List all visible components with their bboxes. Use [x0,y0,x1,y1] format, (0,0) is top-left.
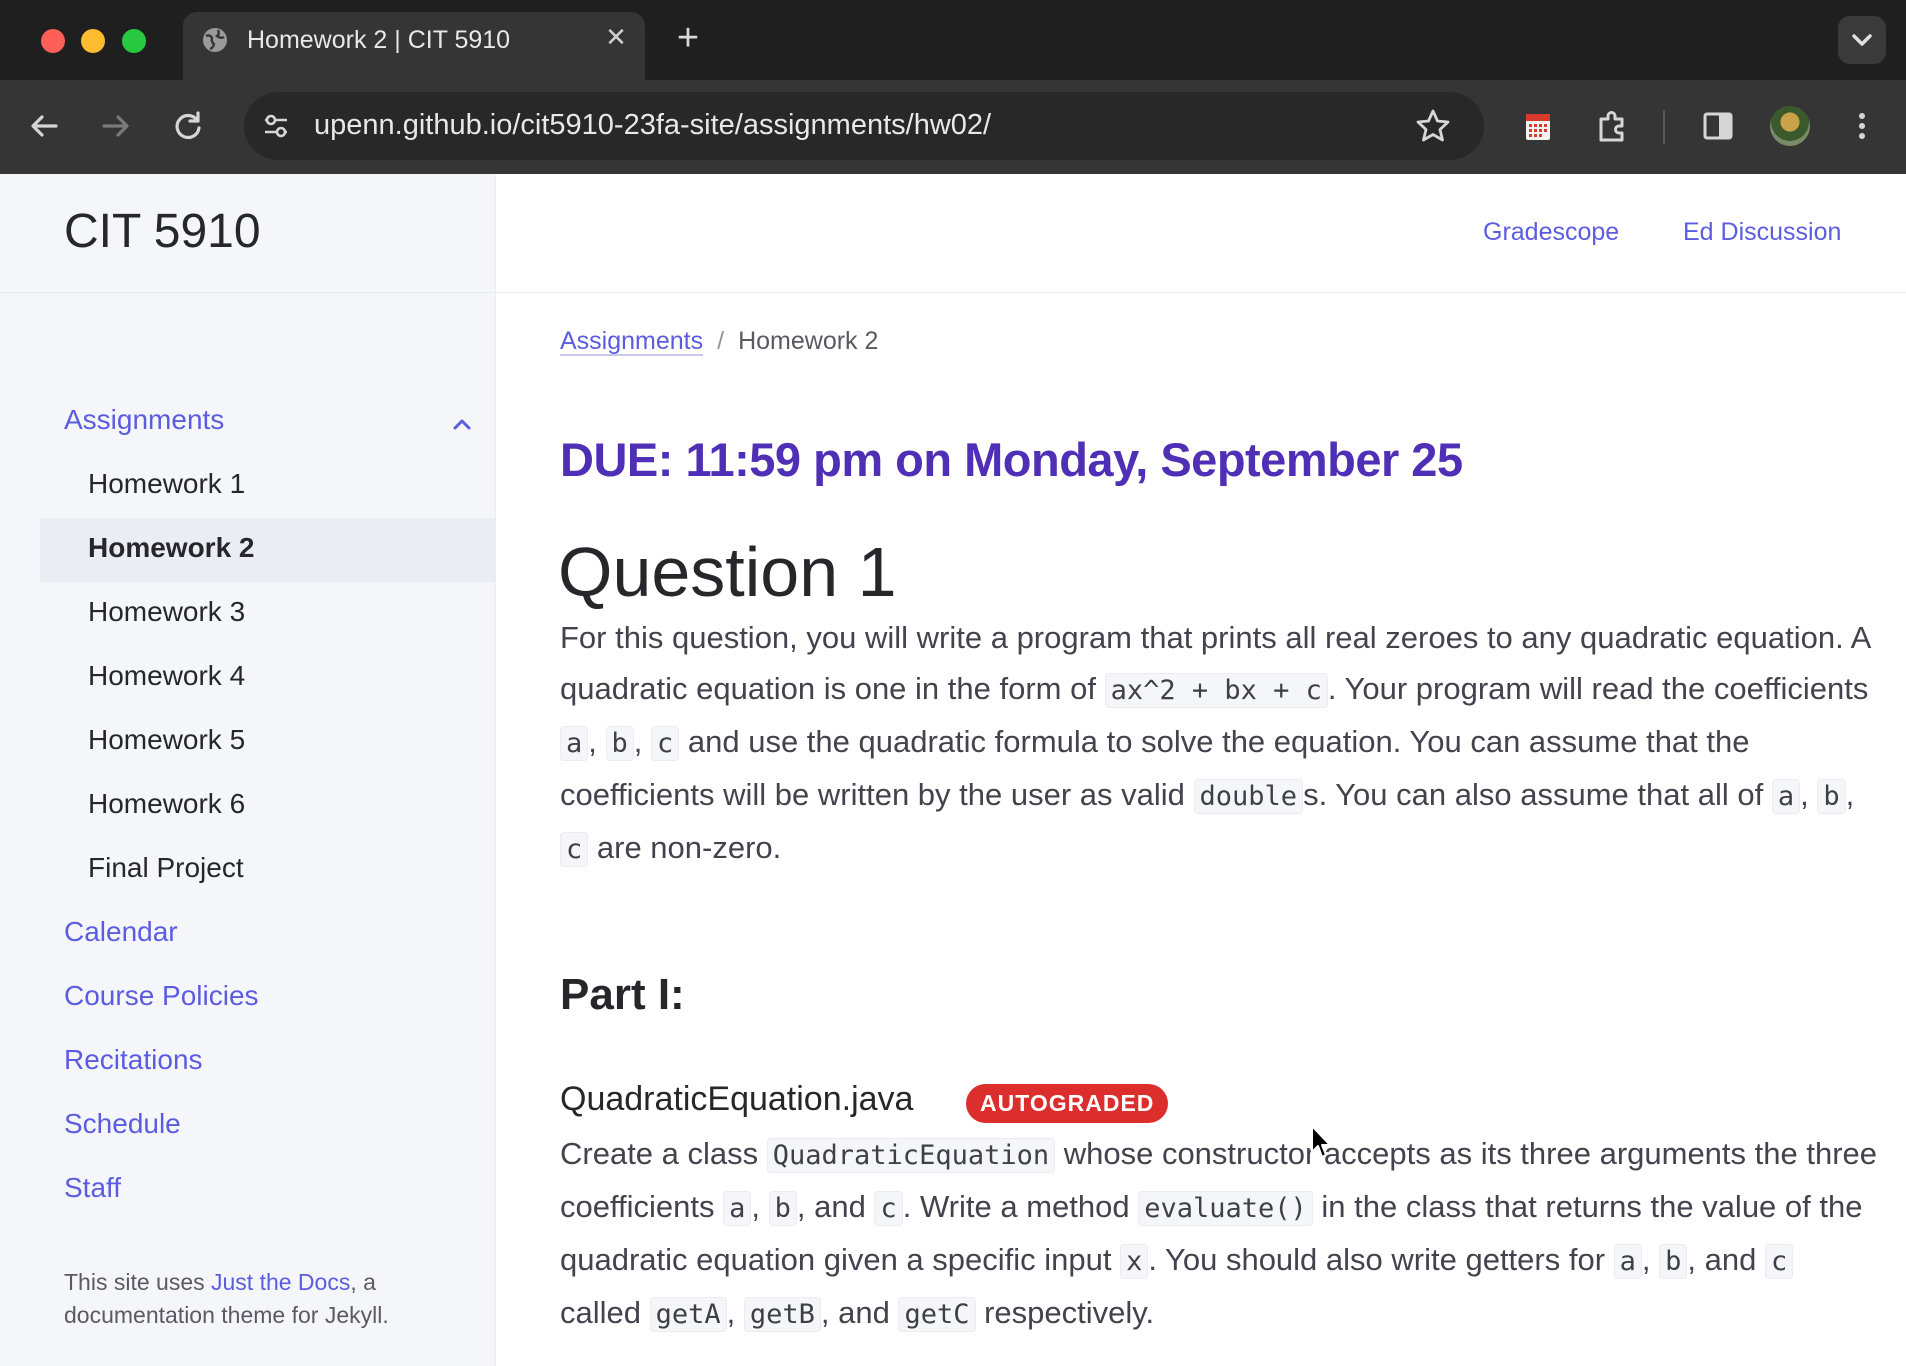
desc-text: , [726,1295,744,1330]
inline-code: x [1120,1244,1149,1279]
inline-code: b [1817,779,1846,814]
close-tab-icon[interactable]: ✕ [601,22,631,52]
sidebar-item-homework-1[interactable]: Homework 1 [88,468,245,500]
inline-code: evaluate() [1138,1191,1313,1226]
minimize-window-button[interactable] [81,29,105,53]
breadcrumb: Assignments / Homework 2 [560,327,878,356]
inline-code: c [560,832,589,867]
file-description-paragraph: Create a class QuadraticEquation whose c… [560,1128,1880,1340]
mouse-pointer-icon [1311,1125,1331,1158]
chevron-up-icon[interactable] [448,410,476,438]
sidebar-item-assignments[interactable]: Assignments [64,404,224,436]
sidebar-footer: This site uses Just the Docs, a document… [64,1266,464,1332]
sidebar-item-course-policies[interactable]: Course Policies [64,980,259,1012]
intro-text: s. You can also assume that all of [1303,777,1772,812]
site-settings-icon[interactable] [260,110,292,142]
tab-search-chevron-icon [1852,34,1872,46]
desc-text: , and [796,1189,875,1224]
desc-text: called [560,1295,650,1330]
intro-text: . Your program will read the coefficient… [1327,671,1869,706]
browser-toolbar: upenn.github.io/cit5910-23fa-site/assign… [0,80,1906,174]
desc-text: , and [1687,1242,1765,1277]
inline-code: b [1659,1244,1688,1279]
breadcrumb-assignments-link[interactable]: Assignments [560,327,703,355]
desc-text: , [751,1189,769,1224]
inline-code: QuadraticEquation [766,1138,1056,1173]
file-heading: QuadraticEquation.java [560,1080,914,1118]
footer-prefix: This site uses [64,1269,211,1295]
extensions-puzzle-icon[interactable] [1592,106,1632,146]
autograded-badge: AUTOGRADED [966,1084,1169,1123]
sidebar: CIT 5910 Assignments Homework 1 Homework… [0,174,496,1366]
reload-icon[interactable] [168,106,208,146]
sidebar-item-calendar[interactable]: Calendar [64,916,178,948]
desc-text: Create a class [560,1136,767,1171]
inline-code: c [1764,1244,1794,1279]
inline-code: c [651,726,680,761]
new-tab-button[interactable]: + [670,19,706,57]
site-title[interactable]: CIT 5910 [64,204,261,259]
question-intro-paragraph: For this question, you will write a prog… [560,612,1880,875]
inline-code: b [768,1191,797,1226]
intro-text: are non-zero. [588,830,782,865]
part-heading: Part I: [560,970,685,1019]
sidebar-item-homework-4[interactable]: Homework 4 [88,660,245,692]
just-the-docs-link[interactable]: Just the Docs [211,1269,350,1295]
desc-text: , [1641,1242,1660,1277]
inline-code: c [874,1191,903,1226]
ed-discussion-link[interactable]: Ed Discussion [1683,218,1841,247]
sidebar-item-recitations[interactable]: Recitations [64,1044,203,1076]
browser-tab-bar: Homework 2 | CIT 5910 ✕ + [0,0,1906,80]
intro-text: , [588,724,606,759]
more-menu-icon[interactable] [1842,106,1882,146]
due-date-heading: DUE: 11:59 pm on Monday, September 25 [560,433,1463,486]
inline-code: getC [898,1297,976,1332]
main-header: Gradescope Ed Discussion [496,174,1906,293]
tab-search-button[interactable] [1838,16,1886,64]
sidebar-item-staff[interactable]: Staff [64,1172,121,1204]
calendar-extension-icon[interactable] [1518,106,1558,146]
tab-title: Homework 2 | CIT 5910 [247,26,511,54]
address-bar[interactable]: upenn.github.io/cit5910-23fa-site/assign… [244,92,1484,160]
side-panel-icon[interactable] [1698,106,1738,146]
intro-text: , [1845,777,1855,812]
sidebar-item-homework-5[interactable]: Homework 5 [88,724,245,756]
sidebar-item-homework-6[interactable]: Homework 6 [88,788,245,820]
desc-text: . You should also write getters for [1148,1242,1614,1277]
inline-code: getB [743,1297,821,1332]
sidebar-item-schedule[interactable]: Schedule [64,1108,181,1140]
inline-code: b [605,726,634,761]
inline-code: double [1193,779,1304,814]
desc-text: , and [820,1295,899,1330]
close-window-button[interactable] [41,29,65,53]
intro-text: , [1800,777,1818,812]
sidebar-item-homework-2[interactable]: Homework 2 [88,532,255,564]
inline-code: getA [649,1297,727,1332]
inline-code: a [1771,779,1801,814]
question-title: Question 1 [558,533,897,611]
gradescope-link[interactable]: Gradescope [1483,218,1619,247]
toolbar-divider [1663,110,1665,144]
desc-text: . Write a method [902,1189,1139,1224]
inline-code: a [723,1191,752,1226]
forward-icon[interactable] [96,106,136,146]
fullscreen-window-button[interactable] [122,29,146,53]
sidebar-item-final-project[interactable]: Final Project [88,852,244,884]
inline-code: ax^2 + bx + c [1104,673,1328,708]
breadcrumb-separator: / [717,327,725,355]
back-icon[interactable] [24,106,64,146]
bookmark-star-icon[interactable] [1414,107,1452,145]
desc-text: respectively. [975,1295,1155,1330]
active-tab[interactable]: Homework 2 | CIT 5910 ✕ [183,12,645,80]
globe-icon [203,28,227,52]
breadcrumb-current: Homework 2 [738,327,879,355]
web-page: CIT 5910 Assignments Homework 1 Homework… [0,174,1906,1366]
profile-avatar[interactable] [1770,106,1810,146]
main-content: Gradescope Ed Discussion Assignments / Hom… [496,174,1906,1366]
url-text[interactable]: upenn.github.io/cit5910-23fa-site/assign… [314,109,991,142]
inline-code: a [560,726,589,761]
inline-code: a [1613,1244,1642,1279]
sidebar-item-homework-3[interactable]: Homework 3 [88,596,245,628]
intro-text: , [633,724,651,759]
